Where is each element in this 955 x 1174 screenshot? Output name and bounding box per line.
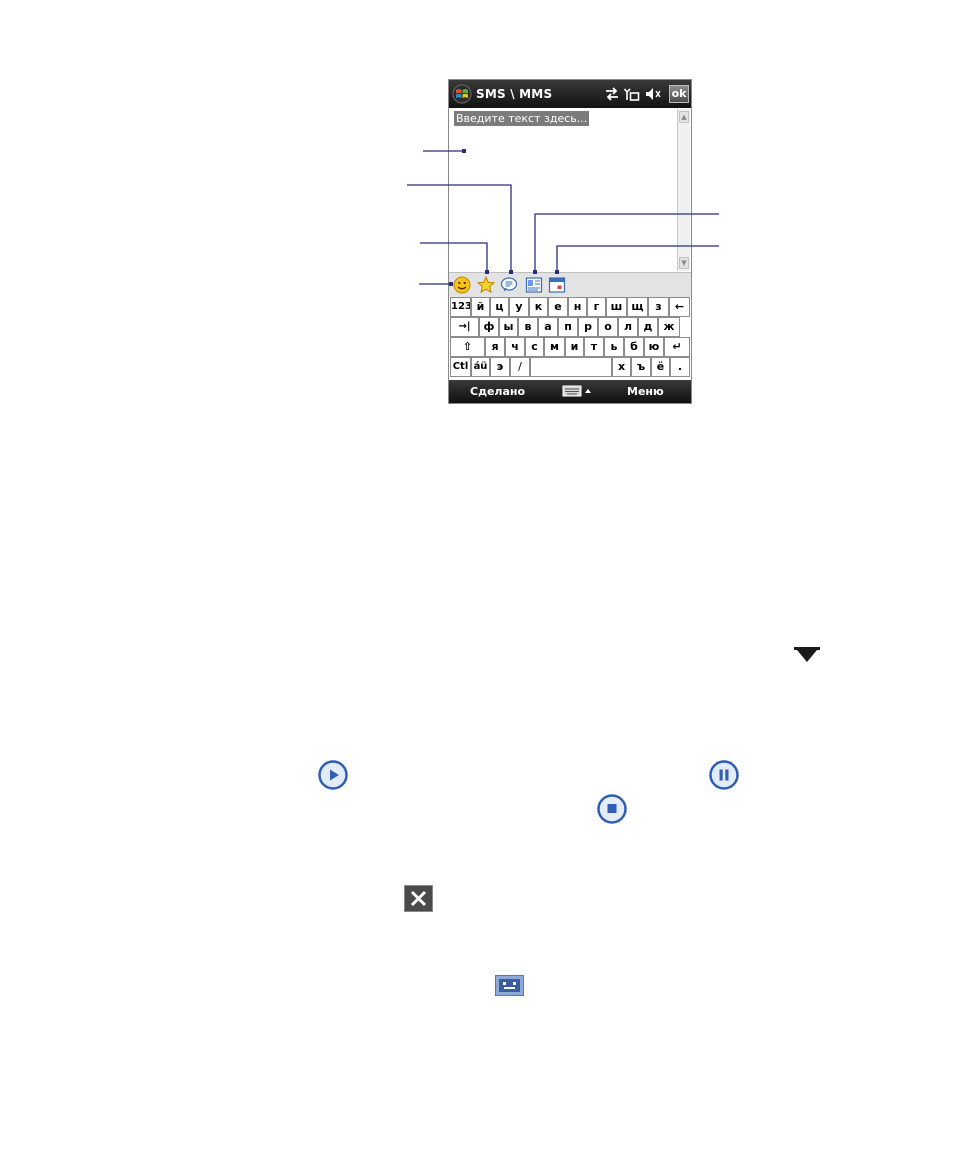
key[interactable]: р (578, 317, 598, 337)
key-ctrl[interactable]: Ctl (450, 357, 471, 377)
key[interactable]: о (598, 317, 618, 337)
insert-toolbar (449, 272, 691, 297)
key[interactable]: б (624, 337, 644, 357)
key[interactable]: ъ (631, 357, 651, 377)
key[interactable]: ю (644, 337, 664, 357)
input-panel-toggle-icon[interactable] (562, 384, 594, 398)
key[interactable]: н (568, 297, 587, 317)
done-softkey[interactable]: Сделано (470, 385, 525, 398)
key[interactable]: ш (606, 297, 627, 317)
message-text-area[interactable]: Введите текст здесь... (451, 109, 677, 271)
play-button-icon (318, 760, 348, 790)
key[interactable]: э (490, 357, 510, 377)
key[interactable]: я (485, 337, 505, 357)
pause-button-icon (709, 760, 739, 790)
key[interactable]: щ (627, 297, 648, 317)
key[interactable]: й (471, 297, 490, 317)
connectivity-icon[interactable] (604, 86, 620, 102)
key[interactable]: с (525, 337, 544, 357)
message-placeholder: Введите текст здесь... (454, 111, 590, 126)
stop-button-icon (597, 794, 627, 824)
scroll-down-arrow-icon[interactable]: ▼ (679, 257, 689, 269)
key[interactable]: х (612, 357, 631, 377)
dropdown-arrow-icon (794, 647, 820, 662)
key[interactable]: а (538, 317, 558, 337)
vertical-scrollbar[interactable]: ▲ ▼ (677, 109, 690, 271)
key[interactable]: з (648, 297, 669, 317)
key-backspace[interactable]: ← (669, 297, 690, 317)
key[interactable]: в (518, 317, 538, 337)
onscreen-keyboard: 123 й ц у к е н г ш щ з ← →| ф ы в а п р… (449, 297, 691, 379)
windows-start-icon[interactable] (452, 84, 472, 104)
text-templates-icon[interactable] (500, 276, 518, 294)
key-numeric-mode[interactable]: 123 (450, 297, 471, 317)
key[interactable]: ы (499, 317, 518, 337)
keyboard-sip-icon (495, 975, 524, 996)
key-tab[interactable]: →| (450, 317, 479, 337)
key[interactable]: и (565, 337, 584, 357)
key[interactable]: л (618, 317, 638, 337)
emoticon-icon[interactable] (453, 276, 471, 294)
key[interactable]: п (558, 317, 578, 337)
key[interactable]: ж (658, 317, 680, 337)
softkey-bar: Сделано Меню (449, 380, 691, 403)
menu-softkey[interactable]: Меню (627, 385, 664, 398)
key[interactable]: е (548, 297, 568, 317)
key[interactable]: у (509, 297, 529, 317)
contacts-card-icon[interactable] (525, 276, 543, 294)
key-accents[interactable]: áü (471, 357, 490, 377)
favorites-star-icon[interactable] (477, 276, 495, 294)
key[interactable]: / (510, 357, 530, 377)
window-title: SMS \ MMS (476, 87, 553, 101)
key[interactable]: ч (505, 337, 525, 357)
signal-antenna-icon[interactable] (624, 86, 640, 102)
key[interactable]: г (587, 297, 606, 317)
key[interactable]: ё (651, 357, 670, 377)
title-bar: SMS \ MMS ok (449, 80, 691, 108)
key[interactable]: ц (490, 297, 509, 317)
close-x-icon (404, 885, 433, 912)
key[interactable]: ф (479, 317, 499, 337)
device-screen: SMS \ MMS ok Введите текст здесь... ▲ ▼ (448, 79, 692, 404)
key[interactable]: т (584, 337, 604, 357)
key[interactable]: ь (604, 337, 624, 357)
key-space[interactable] (530, 357, 612, 377)
key[interactable]: д (638, 317, 658, 337)
calendar-icon[interactable] (548, 276, 566, 294)
key[interactable]: к (529, 297, 548, 317)
key[interactable]: . (670, 357, 690, 377)
key-shift[interactable]: ⇧ (450, 337, 485, 357)
scroll-up-arrow-icon[interactable]: ▲ (679, 111, 689, 123)
volume-mute-icon[interactable] (645, 86, 661, 102)
ok-button[interactable]: ok (669, 85, 689, 103)
key-enter[interactable]: ↵ (664, 337, 690, 357)
key[interactable]: м (544, 337, 565, 357)
